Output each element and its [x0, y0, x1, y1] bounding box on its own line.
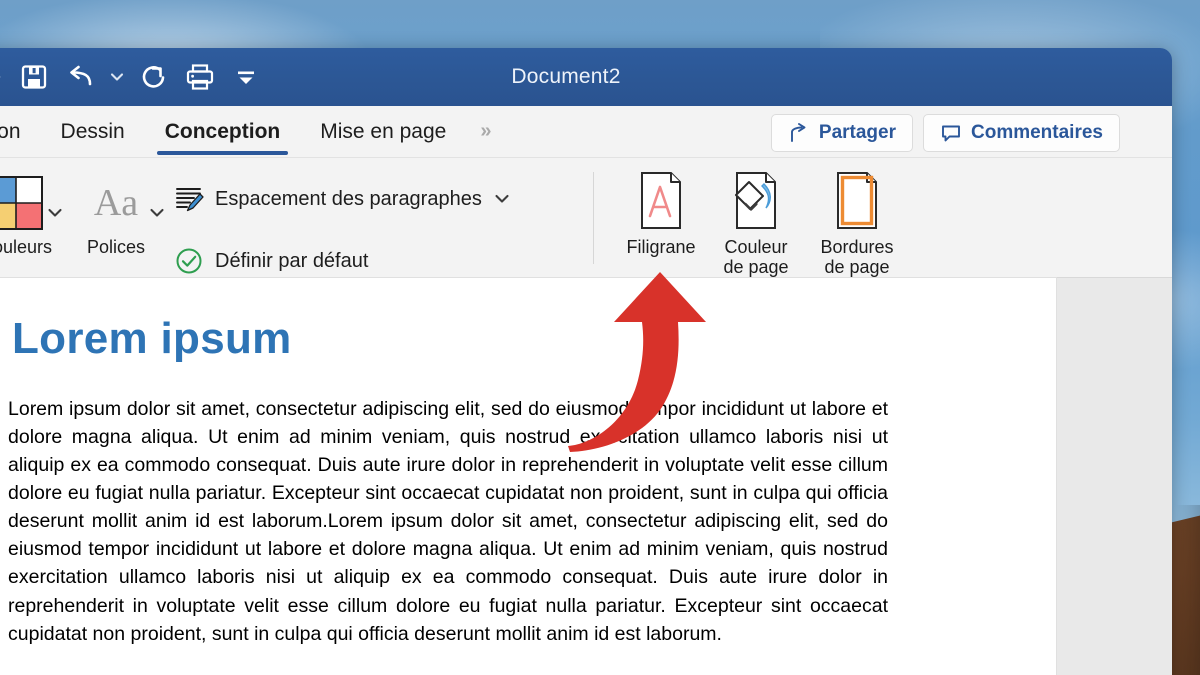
- paragraph-spacing-button[interactable]: Espacement des paragraphes: [174, 184, 511, 214]
- undo-icon[interactable]: [58, 55, 102, 99]
- ribbon-tab-strip: ertion Dessin Conception Mise en page » …: [0, 106, 1172, 158]
- page-color-label-line1: Couleur: [724, 237, 788, 257]
- share-icon: [790, 123, 806, 142]
- undo-chevron-icon[interactable]: [104, 55, 130, 99]
- document-paragraph: Lorem ipsum dolor sit amet, consectetur …: [8, 398, 888, 645]
- page-color-button[interactable]: Couleur de page: [708, 170, 804, 277]
- tab-label: Mise en page: [320, 119, 447, 143]
- tab-dessin[interactable]: Dessin: [41, 106, 145, 158]
- page-borders-button[interactable]: Bordures de page: [805, 170, 909, 277]
- paragraph-spacing-label: Espacement des paragraphes: [215, 187, 482, 210]
- comments-button-label: Commentaires: [971, 122, 1103, 143]
- theme-colors-label: Couleurs: [0, 237, 53, 257]
- document-heading: Lorem ipsum: [12, 314, 292, 363]
- comments-button[interactable]: Commentaires: [923, 114, 1120, 152]
- document-body-text[interactable]: Lorem ipsum dolor sit amet, consectetur …: [8, 395, 888, 648]
- redo-icon[interactable]: [132, 55, 176, 99]
- theme-fonts-label: Polices: [86, 237, 146, 257]
- ribbon-group-separator: [593, 172, 594, 264]
- check-circle-icon: [176, 248, 202, 274]
- set-default-button[interactable]: Définir par défaut: [174, 246, 368, 276]
- page-borders-icon: [837, 172, 877, 229]
- theme-colors-chevron-down-icon[interactable]: [46, 204, 64, 227]
- ribbon-action-buttons: Partager Commentaires: [770, 114, 1120, 152]
- theme-fonts-button[interactable]: Aa Polices: [78, 174, 154, 257]
- tab-label: ertion: [0, 119, 21, 143]
- theme-fonts-chevron-down-icon[interactable]: [148, 204, 166, 227]
- watermark-label: Filigrane: [626, 237, 696, 257]
- set-default-label: Définir par défaut: [215, 249, 369, 272]
- share-button[interactable]: Partager: [770, 114, 913, 152]
- paragraph-spacing-chevron-down-icon[interactable]: [493, 190, 511, 208]
- tab-insertion[interactable]: ertion: [0, 106, 41, 158]
- ribbon-conception: Couleurs Aa Polices: [0, 158, 1172, 278]
- document-page[interactable]: Lorem ipsum Lorem ipsum dolor sit amet, …: [0, 278, 1056, 675]
- tab-mise-en-page[interactable]: Mise en page: [300, 106, 466, 158]
- desktop-background: Document2 Rechercher dans le document: [0, 0, 1200, 675]
- watermark-button[interactable]: Filigrane: [615, 170, 707, 257]
- page-borders-label-line1: Bordures: [820, 237, 894, 257]
- paragraph-spacing-icon: [176, 188, 204, 212]
- tab-label: Conception: [164, 119, 281, 143]
- tab-label: Dessin: [60, 119, 125, 143]
- title-bar: Document2 Rechercher dans le document: [0, 48, 1172, 143]
- tab-conception[interactable]: Conception: [145, 106, 301, 158]
- page-borders-label: Bordures de page: [820, 237, 893, 277]
- theme-fonts-icon: Aa: [93, 182, 139, 224]
- share-button-label: Partager: [818, 122, 896, 143]
- watermark-icon: [641, 172, 681, 229]
- print-icon[interactable]: [178, 55, 222, 99]
- page-color-chevron-down-icon[interactable]: [742, 198, 760, 221]
- comment-icon: [942, 125, 960, 142]
- customize-toolbar-icon[interactable]: [224, 55, 268, 99]
- dune-shadow-decoration: [1176, 505, 1200, 675]
- tab-overflow-chevrons-icon[interactable]: »: [466, 120, 503, 143]
- page-borders-label-line2: de page: [824, 257, 890, 278]
- document-canvas: Lorem ipsum Lorem ipsum dolor sit amet, …: [0, 278, 1172, 675]
- page-color-label: Couleur de page: [723, 237, 788, 277]
- theme-colors-button[interactable]: Couleurs: [0, 174, 52, 257]
- save-icon[interactable]: [12, 55, 56, 99]
- word-application-window: Document2 Rechercher dans le document: [0, 48, 1172, 675]
- home-icon[interactable]: [0, 55, 10, 99]
- theme-colors-icon: [0, 176, 44, 230]
- quick-access-toolbar: [0, 55, 268, 99]
- page-color-label-line2: de page: [723, 257, 789, 278]
